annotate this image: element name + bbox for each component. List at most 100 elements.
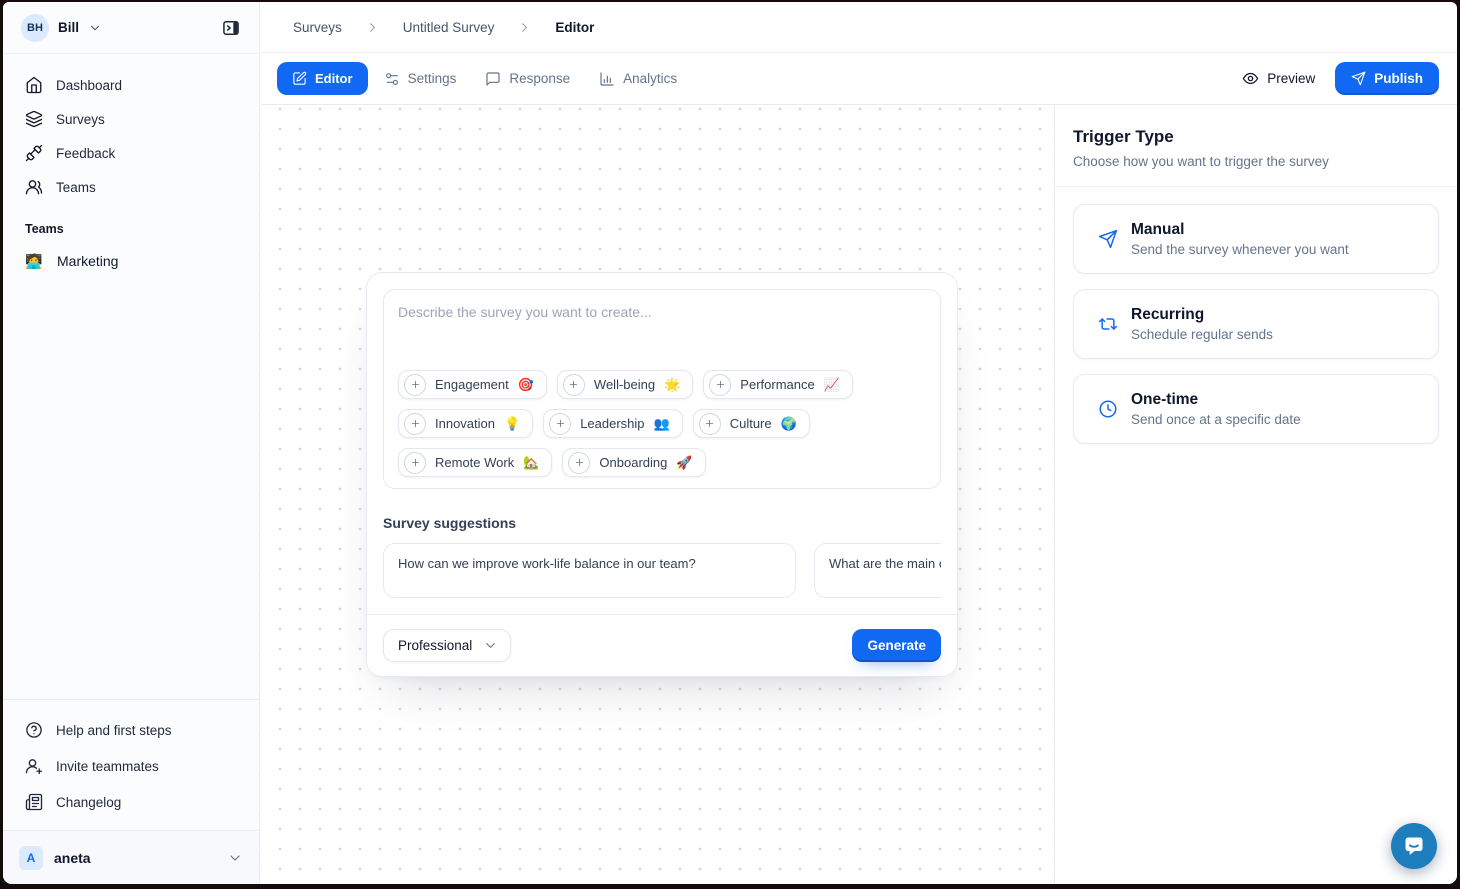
chevron-right-icon xyxy=(365,20,380,35)
trigger-title: Manual xyxy=(1131,221,1349,239)
chevron-right-icon xyxy=(517,20,532,35)
breadcrumb-survey-title[interactable]: Untitled Survey xyxy=(403,20,495,35)
sidebar-footer: Help and first steps Invite teammates Ch… xyxy=(3,699,259,830)
plus-icon xyxy=(549,413,571,435)
chevron-down-icon xyxy=(88,21,102,35)
chip-emoji: 👥 xyxy=(654,416,670,432)
pen-square-icon xyxy=(292,71,307,86)
workspace-switcher[interactable]: BH Bill xyxy=(3,2,259,54)
breadcrumb-surveys[interactable]: Surveys xyxy=(293,20,342,35)
sidebar-item-surveys[interactable]: Surveys xyxy=(15,102,247,136)
publish-label: Publish xyxy=(1374,71,1423,86)
suggestions-row: How can we improve work-life balance in … xyxy=(383,543,941,598)
suggestion-card[interactable]: What are the main ob xyxy=(814,543,941,598)
sidebar-team-marketing[interactable]: 🧑‍💻 Marketing xyxy=(15,244,247,278)
chip-label: Culture xyxy=(730,416,772,431)
send-icon xyxy=(1351,71,1366,86)
plus-icon xyxy=(404,374,426,396)
trigger-option-one-time[interactable]: One-time Send once at a specific date xyxy=(1073,374,1439,444)
newspaper-icon xyxy=(25,793,43,811)
sidebar-item-changelog[interactable]: Changelog xyxy=(15,784,247,820)
panel-title: Trigger Type xyxy=(1073,127,1439,147)
chat-bubble-icon xyxy=(1402,834,1426,858)
users-icon xyxy=(25,178,43,196)
sidebar-item-label: Dashboard xyxy=(56,78,122,93)
chip-emoji: 🌍 xyxy=(781,416,797,432)
main-area: Surveys Untitled Survey Editor Editor xyxy=(261,2,1457,884)
eye-icon xyxy=(1242,70,1259,87)
prompt-box: Engagement 🎯 Well-being 🌟 Performance xyxy=(383,289,941,489)
topic-chip-leadership[interactable]: Leadership 👥 xyxy=(543,409,683,438)
chip-label: Remote Work xyxy=(435,455,514,470)
chip-emoji: 🚀 xyxy=(676,455,692,471)
sidebar-nav: Dashboard Surveys Feedback Teams xyxy=(3,54,259,278)
user-avatar: A xyxy=(19,846,43,870)
trigger-option-recurring[interactable]: Recurring Schedule regular sends xyxy=(1073,289,1439,359)
tab-settings[interactable]: Settings xyxy=(371,62,470,96)
topic-chip-culture[interactable]: Culture 🌍 xyxy=(693,409,810,438)
tab-editor[interactable]: Editor xyxy=(277,62,368,95)
sidebar-item-feedback[interactable]: Feedback xyxy=(15,136,247,170)
topic-chip-remote-work[interactable]: Remote Work 🏡 xyxy=(398,448,552,477)
workspace-avatar: BH xyxy=(21,14,49,42)
trigger-description: Schedule regular sends xyxy=(1131,327,1273,342)
topic-chip-innovation[interactable]: Innovation 💡 xyxy=(398,409,533,438)
team-emoji: 🧑‍💻 xyxy=(25,253,43,270)
trigger-option-manual[interactable]: Manual Send the survey whenever you want xyxy=(1073,204,1439,274)
trigger-type-panel: Trigger Type Choose how you want to trig… xyxy=(1054,106,1457,884)
layers-icon xyxy=(25,110,43,128)
topic-chip-engagement[interactable]: Engagement 🎯 xyxy=(398,370,547,399)
topic-chip-onboarding[interactable]: Onboarding 🚀 xyxy=(562,448,705,477)
topic-chip-performance[interactable]: Performance 📈 xyxy=(703,370,853,399)
screen-frame: BH Bill Dashboard xyxy=(0,0,1460,889)
generate-button[interactable]: Generate xyxy=(852,629,941,662)
chip-label: Engagement xyxy=(435,377,509,392)
tab-analytics[interactable]: Analytics xyxy=(586,62,690,96)
chat-launcher-button[interactable] xyxy=(1391,823,1437,869)
sidebar: BH Bill Dashboard xyxy=(3,2,260,884)
chip-label: Well-being xyxy=(594,377,655,392)
sidebar-item-invite[interactable]: Invite teammates xyxy=(15,748,247,784)
chevron-down-icon xyxy=(483,638,498,653)
sidebar-spacer xyxy=(3,278,259,699)
tab-label: Analytics xyxy=(623,71,677,86)
tab-bar: Editor Settings Response Analytics xyxy=(261,53,1457,105)
chevron-down-icon xyxy=(227,850,243,866)
suggestions-title: Survey suggestions xyxy=(383,515,941,531)
editor-content: Engagement 🎯 Well-being 🌟 Performance xyxy=(261,106,1457,884)
plus-icon xyxy=(563,374,585,396)
tone-select[interactable]: Professional xyxy=(383,629,511,662)
plus-icon xyxy=(404,413,426,435)
user-menu[interactable]: A aneta xyxy=(3,830,259,884)
trigger-title: One-time xyxy=(1131,391,1301,409)
sidebar-item-help[interactable]: Help and first steps xyxy=(15,712,247,748)
sidebar-collapse-button[interactable] xyxy=(217,14,245,42)
plug-icon xyxy=(25,144,43,162)
sidebar-item-dashboard[interactable]: Dashboard xyxy=(15,68,247,102)
topic-chip-wellbeing[interactable]: Well-being 🌟 xyxy=(557,370,693,399)
chip-emoji: 📈 xyxy=(824,377,840,393)
preview-label: Preview xyxy=(1267,71,1315,86)
tab-response[interactable]: Response xyxy=(472,62,583,96)
preview-button[interactable]: Preview xyxy=(1242,70,1315,87)
tab-label: Settings xyxy=(408,71,457,86)
editor-canvas[interactable]: Engagement 🎯 Well-being 🌟 Performance xyxy=(261,106,1054,884)
survey-prompt-input[interactable] xyxy=(398,302,926,370)
sidebar-item-label: Teams xyxy=(56,180,96,195)
chip-label: Leadership xyxy=(580,416,644,431)
chip-label: Performance xyxy=(740,377,814,392)
chip-label: Innovation xyxy=(435,416,495,431)
composer-footer: Professional Generate xyxy=(367,614,957,676)
panel-subtitle: Choose how you want to trigger the surve… xyxy=(1073,154,1439,169)
sidebar-item-teams[interactable]: Teams xyxy=(15,170,247,204)
sidebar-item-label: Surveys xyxy=(56,112,105,127)
topic-chips: Engagement 🎯 Well-being 🌟 Performance xyxy=(398,370,926,477)
bar-chart-icon xyxy=(599,71,615,87)
trigger-description: Send the survey whenever you want xyxy=(1131,242,1349,257)
sidebar-item-label: Help and first steps xyxy=(56,723,172,738)
tab-label: Editor xyxy=(315,71,353,86)
sliders-icon xyxy=(384,71,400,87)
sidebar-item-label: Changelog xyxy=(56,795,121,810)
suggestion-card[interactable]: How can we improve work-life balance in … xyxy=(383,543,796,598)
publish-button[interactable]: Publish xyxy=(1335,62,1439,95)
